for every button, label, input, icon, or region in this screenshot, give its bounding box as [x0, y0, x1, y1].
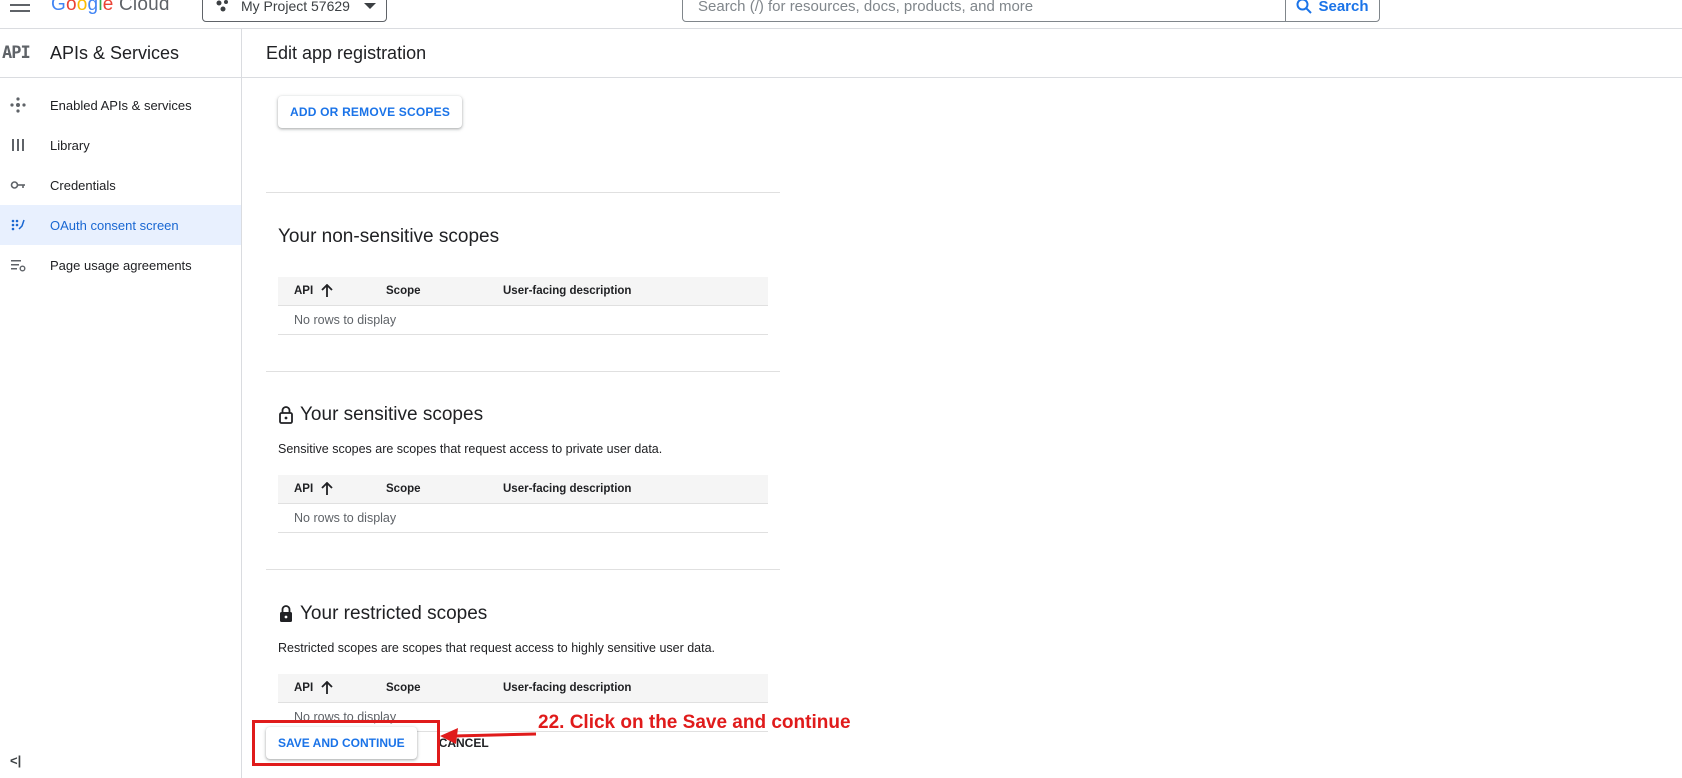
search-bar: Search	[682, 0, 1380, 22]
restricted-scopes-description: Restricted scopes are scopes that reques…	[278, 641, 716, 655]
table-header: API Scope User-facing description	[278, 475, 768, 504]
sidebar-item-page-usage[interactable]: Page usage agreements	[0, 245, 241, 285]
lock-open-icon	[279, 406, 293, 424]
annotation-text: 22. Click on the Save and continue	[538, 712, 851, 733]
arrow-up-icon	[321, 482, 333, 495]
hub-icon	[8, 97, 28, 113]
project-name: My Project 57629	[241, 0, 350, 14]
column-api[interactable]: API	[278, 284, 386, 298]
sidebar-header: API APIs & Services	[0, 29, 241, 78]
sidebar-item-label: Page usage agreements	[50, 257, 192, 273]
column-scope: Scope	[386, 483, 421, 495]
sidebar-item-label: OAuth consent screen	[50, 217, 179, 233]
non-sensitive-scopes-table: API Scope User-facing description No row…	[278, 277, 768, 335]
annotation-highlight-box	[252, 720, 440, 766]
top-bar: Google Cloud My Project 57629 Search	[0, 0, 1682, 29]
divider	[266, 371, 780, 372]
empty-row: No rows to display	[278, 306, 768, 335]
column-api[interactable]: API	[278, 681, 386, 695]
empty-row: No rows to display	[278, 504, 768, 533]
menu-icon[interactable]	[10, 0, 30, 12]
google-cloud-logo[interactable]: Google Cloud	[51, 0, 170, 16]
column-api[interactable]: API	[278, 482, 386, 496]
api-icon: API	[2, 43, 31, 63]
column-description: User-facing description	[503, 483, 632, 495]
sidebar-item-oauth-consent[interactable]: OAuth consent screen	[0, 205, 241, 245]
column-description: User-facing description	[503, 682, 632, 694]
search-button-label: Search	[1318, 0, 1369, 15]
divider	[266, 569, 780, 570]
sidebar-item-enabled-apis[interactable]: Enabled APIs & services	[0, 85, 241, 125]
sidebar-item-library[interactable]: Library	[0, 125, 241, 165]
project-picker[interactable]: My Project 57629	[202, 0, 387, 22]
main-content: Edit app registration ADD OR REMOVE SCOP…	[242, 29, 1682, 778]
table-header: API Scope User-facing description	[278, 674, 768, 703]
lock-icon	[280, 605, 292, 622]
sidebar-item-label: Enabled APIs & services	[50, 97, 192, 113]
page-title: Edit app registration	[242, 29, 1682, 78]
section-title-text: Your sensitive scopes	[300, 404, 484, 425]
sensitive-scopes-description: Sensitive scopes are scopes that request…	[278, 442, 663, 456]
collapse-sidebar-icon[interactable]: <|	[10, 753, 21, 768]
sensitive-scopes-title: Your sensitive scopes	[278, 404, 483, 426]
divider	[266, 192, 780, 193]
project-dots-icon	[216, 0, 228, 12]
sidebar-title: APIs & Services	[50, 42, 180, 63]
chevron-down-icon	[363, 3, 376, 9]
arrow-up-icon	[321, 284, 333, 297]
column-label: API	[294, 285, 314, 297]
key-icon	[8, 177, 28, 193]
section-title-text: Your restricted scopes	[300, 603, 488, 624]
table-header: API Scope User-facing description	[278, 277, 768, 306]
column-label: API	[294, 682, 314, 694]
sidebar-item-label: Credentials	[50, 177, 116, 193]
column-description: User-facing description	[503, 285, 632, 297]
annotation-arrow-icon	[440, 728, 537, 744]
column-scope: Scope	[386, 285, 421, 297]
consent-icon	[8, 217, 28, 233]
arrow-up-icon	[321, 681, 333, 694]
search-button[interactable]: Search	[1285, 0, 1379, 21]
restricted-scopes-title: Your restricted scopes	[278, 603, 487, 625]
non-sensitive-scopes-title: Your non-sensitive scopes	[278, 226, 499, 248]
library-icon	[8, 137, 28, 153]
section-title-text: Your non-sensitive scopes	[278, 226, 500, 247]
add-remove-scopes-button[interactable]: ADD OR REMOVE SCOPES	[278, 96, 463, 128]
search-icon	[1296, 0, 1313, 14]
search-input[interactable]	[683, 0, 1285, 21]
column-scope: Scope	[386, 682, 421, 694]
sidebar-item-credentials[interactable]: Credentials	[0, 165, 241, 205]
sidebar: API APIs & Services Enabled APIs & servi…	[0, 29, 242, 778]
column-label: API	[294, 483, 314, 495]
settings-list-icon	[8, 257, 28, 273]
sensitive-scopes-table: API Scope User-facing description No row…	[278, 475, 768, 533]
sidebar-item-label: Library	[50, 137, 90, 153]
